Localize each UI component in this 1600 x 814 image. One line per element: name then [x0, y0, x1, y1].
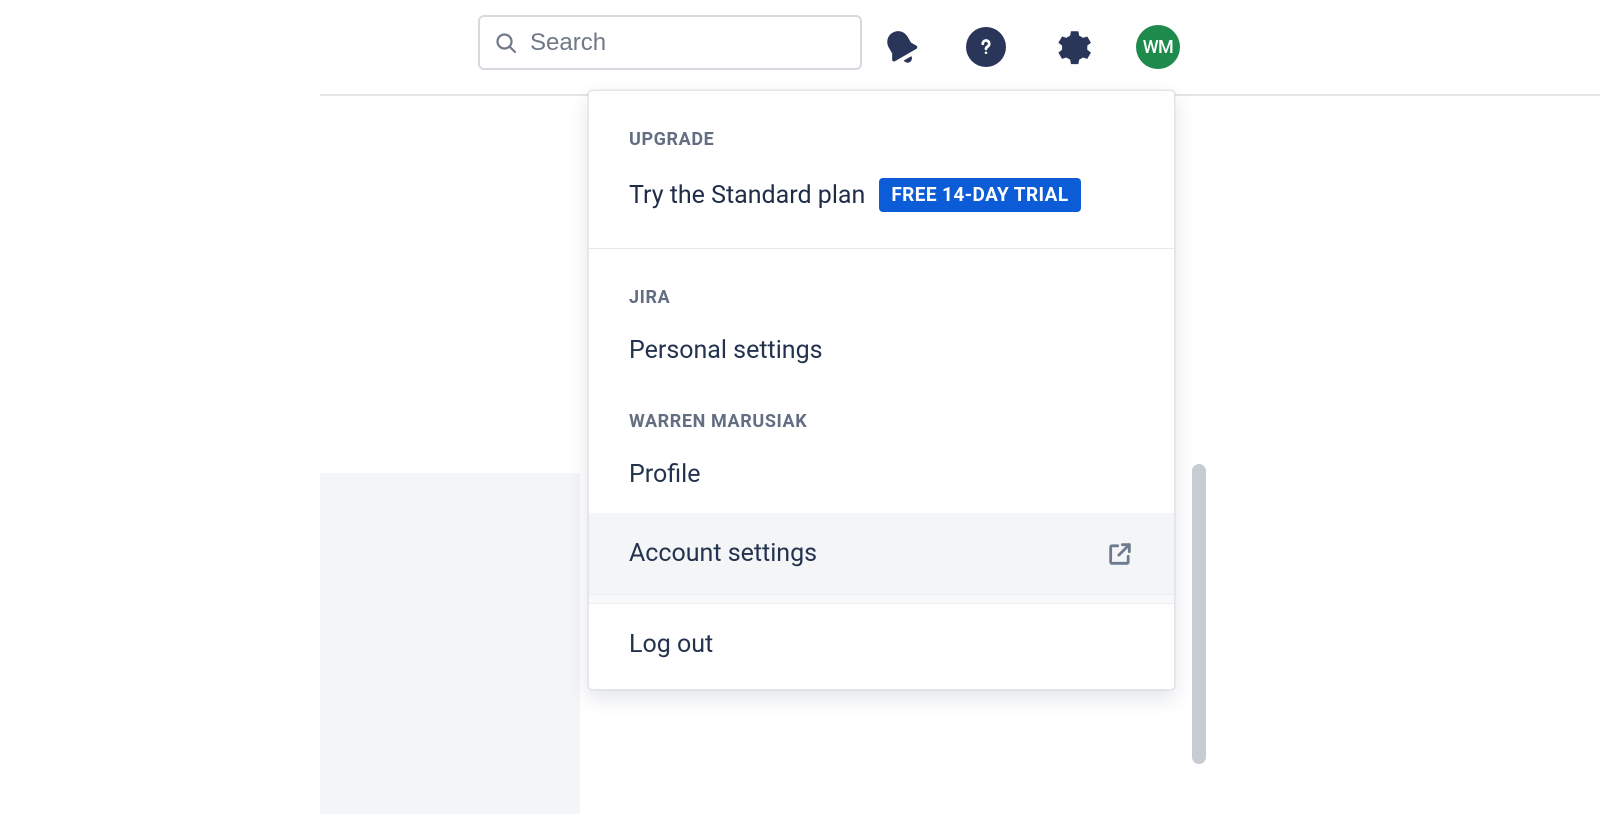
external-link-icon — [1106, 540, 1134, 568]
avatar-initials: WM — [1143, 37, 1174, 58]
menu-label: Log out — [629, 630, 713, 659]
scrollbar-thumb[interactable] — [1192, 464, 1206, 764]
header-divider — [1175, 94, 1600, 96]
section-header-user: WARREN MARUSIAK — [589, 389, 1174, 432]
search-box[interactable] — [478, 15, 862, 70]
trial-badge: FREE 14-DAY TRIAL — [879, 178, 1080, 212]
help-icon[interactable] — [966, 27, 1006, 67]
menu-item-profile[interactable]: Profile — [589, 432, 1174, 513]
menu-item-logout[interactable]: Log out — [589, 604, 1174, 689]
profile-dropdown: UPGRADE Try the Standard plan FREE 14-DA… — [588, 90, 1175, 690]
section-header-upgrade: UPGRADE — [589, 91, 1174, 150]
background-panel — [320, 473, 580, 814]
header-icons: WM — [880, 0, 1180, 94]
menu-label: Try the Standard plan — [629, 181, 865, 210]
menu-label: Personal settings — [629, 336, 823, 365]
menu-item-account-settings[interactable]: Account settings — [589, 513, 1174, 594]
settings-gear-icon[interactable] — [1050, 26, 1092, 68]
notifications-icon[interactable] — [880, 26, 922, 68]
menu-label: Profile — [629, 460, 700, 489]
menu-item-personal-settings[interactable]: Personal settings — [589, 308, 1174, 389]
menu-label: Account settings — [629, 539, 817, 568]
top-header: WM — [0, 0, 1600, 94]
divider — [589, 594, 1174, 604]
avatar[interactable]: WM — [1136, 25, 1180, 69]
page-scrollbar[interactable] — [1190, 464, 1208, 764]
menu-item-try-standard[interactable]: Try the Standard plan FREE 14-DAY TRIAL — [589, 150, 1174, 248]
search-icon — [494, 31, 518, 55]
header-divider — [320, 94, 588, 96]
search-input[interactable] — [530, 29, 846, 57]
section-header-jira: JIRA — [589, 249, 1174, 308]
